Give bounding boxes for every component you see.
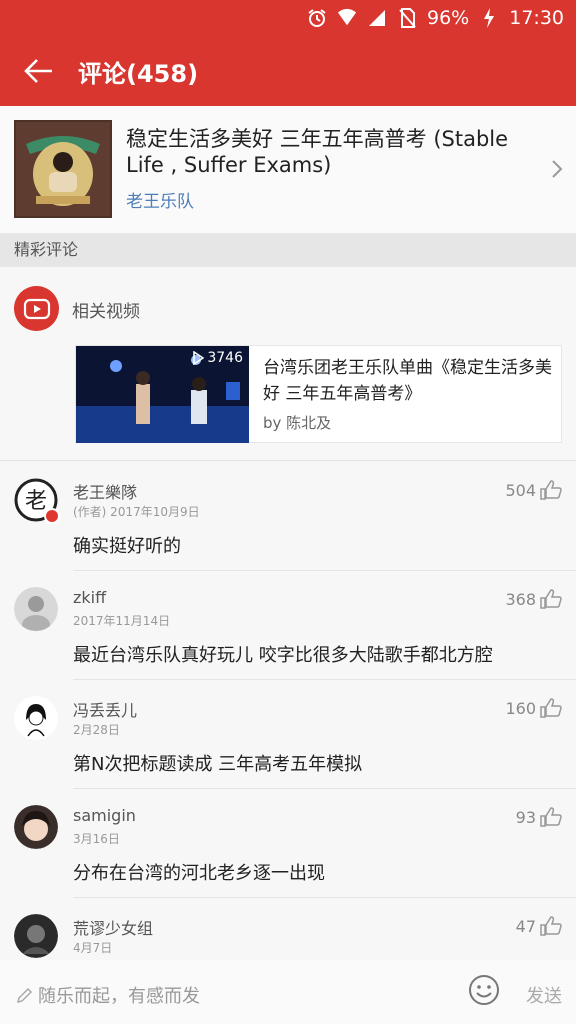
like-count: 93: [515, 807, 536, 827]
artist-badge-icon: [44, 508, 60, 524]
like-count: 160: [505, 698, 536, 718]
battery-percent: 96%: [427, 7, 470, 29]
app-bar: 评论(458): [0, 36, 576, 106]
no-sim-icon: [397, 8, 417, 28]
video-card[interactable]: 3746 台湾乐团老王乐队单曲《稳定生活多美好 三年五年高普考》 by 陈北及: [75, 345, 562, 443]
input-placeholder: 随乐而起，有感而发: [38, 986, 200, 1007]
comment-author[interactable]: 冯丢丢儿: [73, 697, 137, 721]
like-count: 47: [515, 916, 536, 936]
like-button[interactable]: 368: [505, 589, 562, 609]
video-icon: [14, 286, 59, 331]
video-thumbnail: 3746: [76, 346, 249, 443]
comment-author[interactable]: 荒谬少女组: [73, 915, 153, 939]
comment-text: 第N次把标题读成 三年高考五年模拟: [73, 754, 363, 775]
comment-text: 确实挺好听的: [73, 536, 181, 557]
comment-list: 老 老王樂隊 (作者) 2017年10月9日 504 确实挺好听的 zkiff …: [0, 462, 576, 1007]
comment-date: 4月7日: [73, 941, 113, 955]
like-button[interactable]: 93: [516, 807, 562, 827]
alarm-icon: [307, 8, 327, 28]
wifi-icon: [337, 8, 357, 28]
comment-input-bar: 随乐而起，有感而发 发送: [0, 960, 576, 1024]
thumbs-up-icon: [540, 589, 562, 609]
back-arrow-icon: [24, 59, 52, 83]
comment-date: (作者) 2017年10月9日: [73, 505, 200, 519]
clock: 17:30: [509, 7, 564, 29]
avatar[interactable]: [14, 587, 58, 631]
thumbs-up-icon: [540, 807, 562, 827]
thumbs-up-icon: [540, 480, 562, 500]
avatar[interactable]: [14, 696, 58, 740]
top-bar: 96% 17:30 评论(458): [0, 0, 576, 106]
artist-link[interactable]: 老王乐队: [126, 187, 194, 212]
avatar[interactable]: [14, 805, 58, 849]
play-count: 3746: [192, 350, 243, 366]
comment-date: 2月28日: [73, 723, 120, 737]
chevron-right-icon: [550, 158, 564, 184]
pencil-icon: [16, 987, 33, 1004]
play-icon: [193, 351, 205, 365]
comment-author[interactable]: zkiff: [73, 588, 106, 607]
comment-text: 分布在台湾的河北老乡逐一出现: [73, 863, 325, 884]
like-button[interactable]: 47: [516, 916, 562, 936]
send-button[interactable]: 发送: [526, 982, 562, 1008]
thumbs-up-icon: [540, 698, 562, 718]
comment-date: 3月16日: [73, 832, 120, 846]
song-title: 稳定生活多美好 三年五年高普考 (Stable Life , Suffer Ex…: [126, 127, 509, 177]
back-button[interactable]: [0, 36, 78, 106]
thumbs-up-icon: [540, 916, 562, 936]
comment-author[interactable]: 老王樂隊: [73, 479, 137, 503]
smiley-icon: [469, 975, 499, 1005]
section-header: 精彩评论: [0, 233, 576, 267]
comment-author[interactable]: samigin: [73, 806, 136, 825]
related-label: 相关视频: [72, 302, 140, 322]
comment-text: 最近台湾乐队真好玩儿 咬字比很多大陆歌手都北方腔: [73, 645, 493, 666]
like-count: 368: [505, 589, 536, 609]
comment-item: zkiff 2017年11月14日 368 最近台湾乐队真好玩儿 咬字比很多大陆…: [0, 571, 576, 680]
signal-icon: [367, 8, 387, 28]
comment-item: 冯丢丢儿 2月28日 160 第N次把标题读成 三年高考五年模拟: [0, 680, 576, 789]
page-title: 评论(458): [78, 59, 199, 88]
comment-input[interactable]: 随乐而起，有感而发: [16, 982, 200, 1008]
video-author: by 陈北及: [263, 414, 332, 432]
comment-date: 2017年11月14日: [73, 614, 171, 628]
song-header[interactable]: 稳定生活多美好 三年五年高普考 (Stable Life , Suffer Ex…: [0, 106, 576, 233]
like-button[interactable]: 160: [505, 698, 562, 718]
video-title: 台湾乐团老王乐队单曲《稳定生活多美好 三年五年高普考》: [263, 358, 552, 404]
comment-item: samigin 3月16日 93 分布在台湾的河北老乡逐一出现: [0, 789, 576, 898]
avatar[interactable]: [14, 914, 58, 958]
emoji-button[interactable]: [468, 974, 500, 1006]
svg-text:老: 老: [25, 489, 47, 514]
like-button[interactable]: 504: [505, 480, 562, 500]
comment-item: 老 老王樂隊 (作者) 2017年10月9日 504 确实挺好听的: [0, 462, 576, 571]
status-bar: 96% 17:30: [307, 6, 564, 30]
related-videos: 相关视频 3746 台湾乐团老王乐队单曲《稳定生活多美好 三年五年高普考》 by…: [0, 267, 576, 461]
album-cover: [14, 120, 112, 218]
charging-icon: [479, 8, 499, 28]
like-count: 504: [505, 480, 536, 500]
